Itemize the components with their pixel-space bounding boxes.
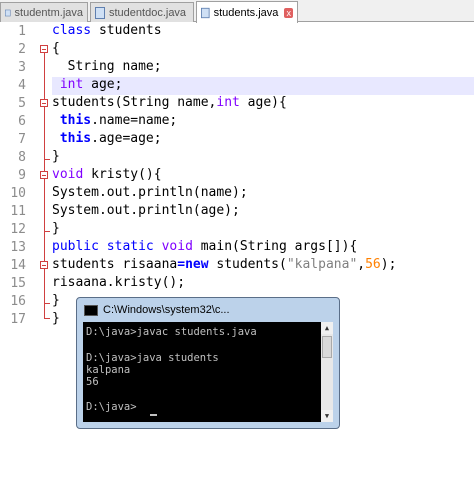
code-line-8: } xyxy=(52,149,60,164)
tab-studentm[interactable]: studentm.java xyxy=(0,2,88,22)
line-number: 11 xyxy=(10,204,26,219)
code-line-3: String name; xyxy=(52,59,162,74)
tab-bar: studentm.java studentdoc.java students.j… xyxy=(0,0,474,23)
java-file-icon xyxy=(5,9,11,16)
window-title: C:\Windows\system32\c... xyxy=(103,304,230,316)
code-line-1: class students xyxy=(52,23,162,38)
fold-end-marker xyxy=(44,303,50,304)
code-line-13: public static void main(String args[]){ xyxy=(52,239,358,254)
line-number: 15 xyxy=(10,276,26,291)
code-line-15: risaana.kristy(); xyxy=(52,275,186,290)
console-line: D:\java> xyxy=(86,401,137,413)
code-line-12: } xyxy=(52,221,60,236)
fold-collapse-icon[interactable] xyxy=(40,99,48,107)
code-line-5: students(String name,int age){ xyxy=(52,95,287,110)
fold-end-marker xyxy=(44,159,50,160)
line-number-gutter: 1 2 3 4 5 6 7 8 9 10 11 12 13 14 15 16 1… xyxy=(0,22,38,485)
code-line-10: System.out.println(name); xyxy=(52,185,248,200)
fold-end-marker xyxy=(44,318,50,319)
fold-line xyxy=(44,53,45,318)
line-number: 4 xyxy=(18,78,26,93)
line-number: 3 xyxy=(18,60,26,75)
line-number: 17 xyxy=(10,312,26,327)
code-line-11: System.out.println(age); xyxy=(52,203,240,218)
tab-students[interactable]: students.java x xyxy=(196,1,298,23)
code-line-6: this.name=name; xyxy=(59,113,178,128)
fold-end-marker xyxy=(44,231,50,232)
close-tab-icon[interactable]: x xyxy=(284,7,293,18)
scroll-down-arrow-icon[interactable]: ▼ xyxy=(321,410,333,422)
java-file-icon xyxy=(201,7,210,18)
scroll-thumb[interactable] xyxy=(322,336,332,358)
console-line: D:\java>javac students.java xyxy=(86,326,257,338)
vertical-scrollbar[interactable]: ▲ ▼ xyxy=(321,322,333,422)
code-line-2: { xyxy=(52,41,60,56)
tab-studentdoc[interactable]: studentdoc.java xyxy=(90,2,194,22)
command-prompt-window[interactable]: C:\Windows\system32\c... D:\java>javac s… xyxy=(76,297,340,429)
line-number: 7 xyxy=(18,132,26,147)
cmd-icon xyxy=(84,304,98,316)
window-titlebar[interactable]: C:\Windows\system32\c... xyxy=(77,298,339,322)
console-line: D:\java>java students xyxy=(86,352,219,364)
line-number: 8 xyxy=(18,150,26,165)
line-number: 6 xyxy=(18,114,26,129)
fold-collapse-icon[interactable] xyxy=(40,45,48,53)
line-number: 12 xyxy=(10,222,26,237)
line-number: 14 xyxy=(10,258,26,273)
fold-collapse-icon[interactable] xyxy=(40,261,48,269)
tab-label: studentm.java xyxy=(14,6,83,19)
code-line-9: void kristy(){ xyxy=(52,167,162,182)
code-line-7: this.age=age; xyxy=(59,131,162,146)
line-number: 5 xyxy=(18,96,26,111)
code-line-4: int age; xyxy=(52,77,474,95)
text-cursor xyxy=(150,414,157,416)
line-number: 1 xyxy=(18,24,26,39)
console-line: kalpana xyxy=(86,364,131,376)
tab-label: students.java xyxy=(213,6,279,19)
fold-collapse-icon[interactable] xyxy=(40,171,48,179)
java-file-icon xyxy=(95,6,105,19)
line-number: 9 xyxy=(18,168,26,183)
line-number: 10 xyxy=(10,186,26,201)
tab-label: studentdoc.java xyxy=(109,6,187,19)
line-number: 16 xyxy=(10,294,26,309)
scroll-up-arrow-icon[interactable]: ▲ xyxy=(321,322,333,334)
code-line-14: students risaana=new students("kalpana",… xyxy=(52,257,397,272)
console-output[interactable]: D:\java>javac students.java D:\java>java… xyxy=(83,322,321,422)
line-number: 13 xyxy=(10,240,26,255)
console-line: 56 xyxy=(86,376,99,388)
line-number: 2 xyxy=(18,42,26,57)
fold-margin xyxy=(38,22,52,485)
